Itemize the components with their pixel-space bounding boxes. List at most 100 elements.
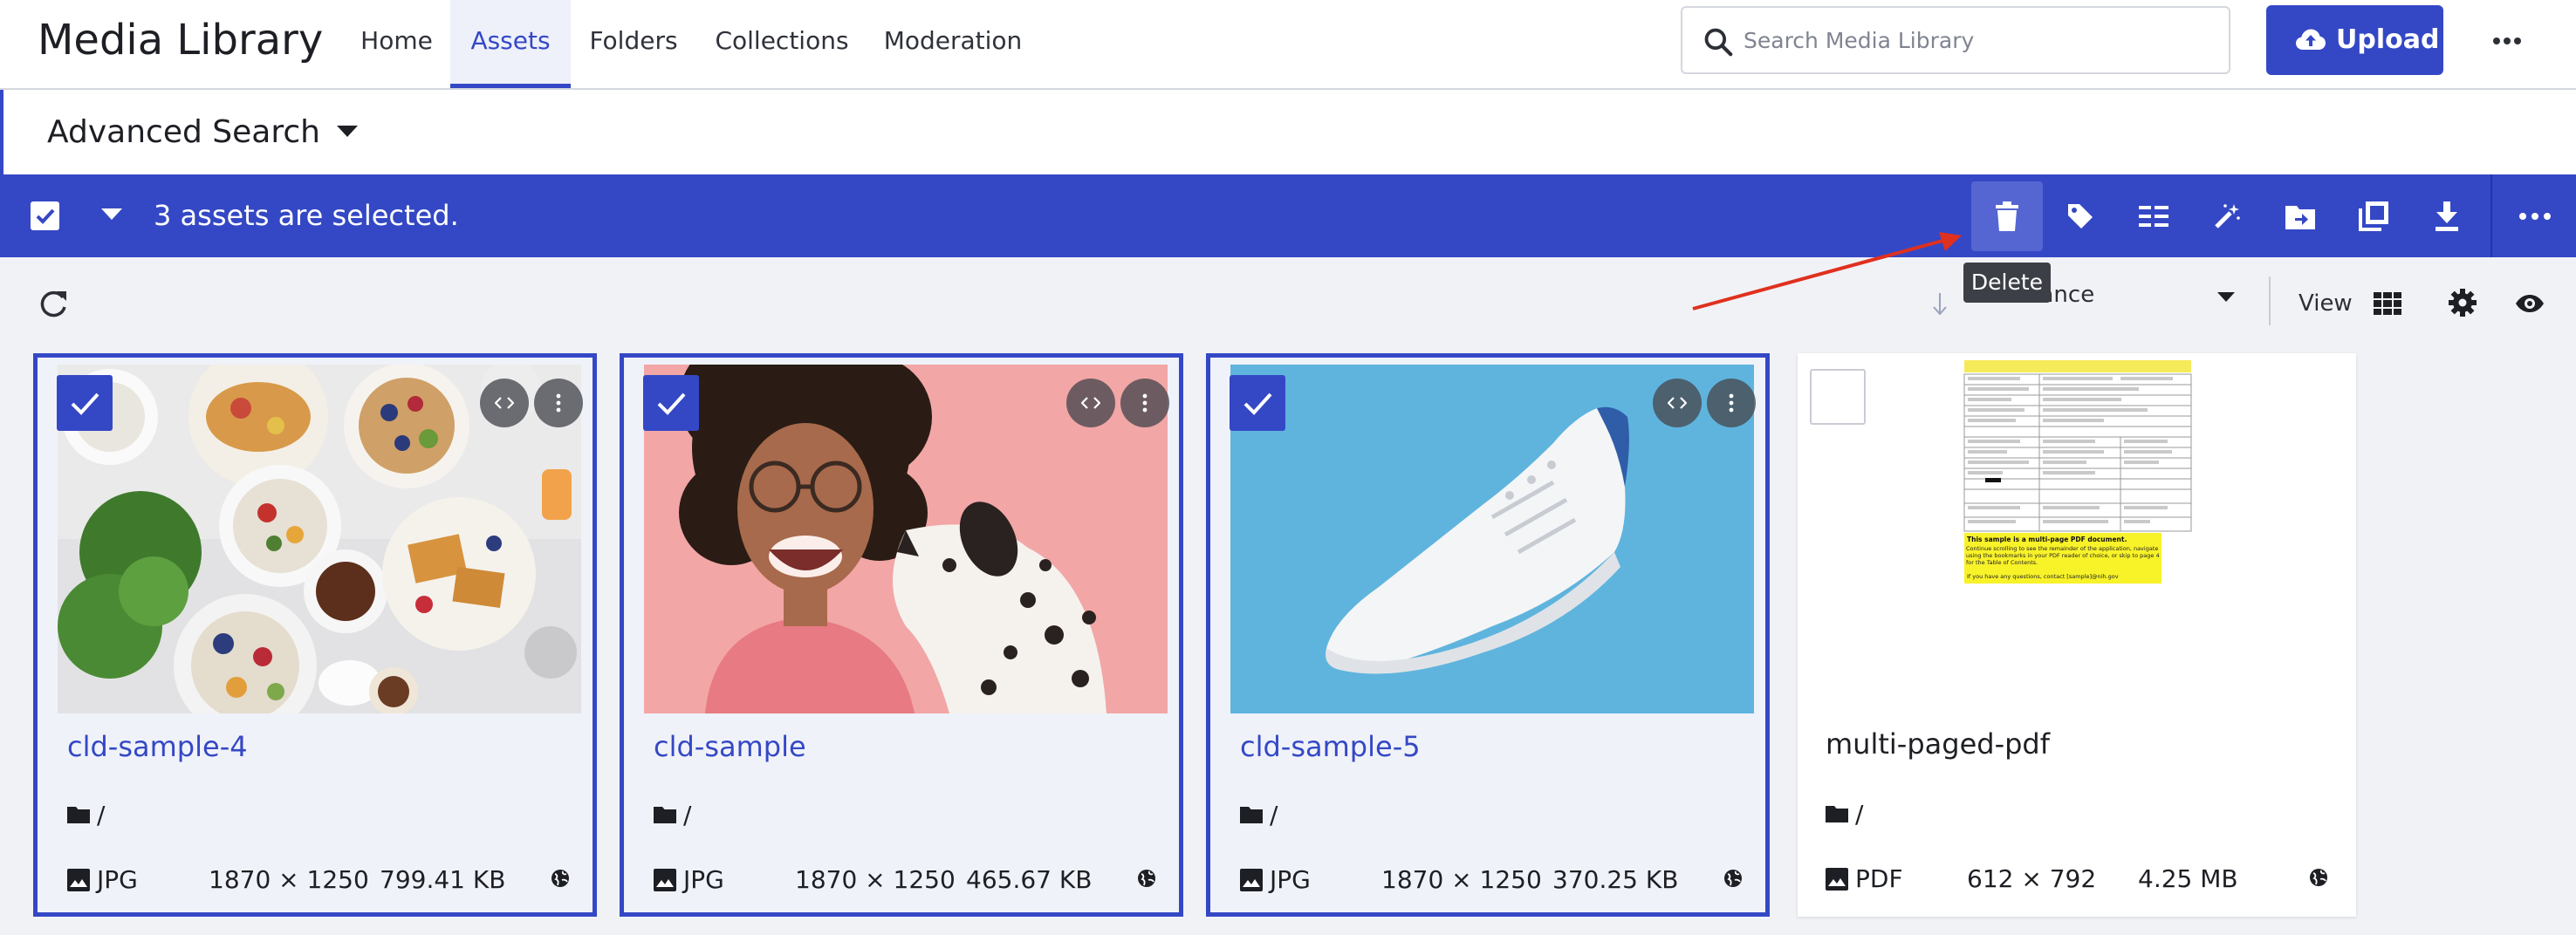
search-icon <box>1704 28 1733 57</box>
asset-format: JPG <box>97 865 138 894</box>
asset-metadata: JPG 1870 × 1250 370.25 KB <box>1240 863 1755 898</box>
asset-name[interactable]: cld-sample-5 <box>1240 727 1421 766</box>
upload-button[interactable]: Upload <box>2266 5 2443 75</box>
selection-menu-caret-icon[interactable] <box>100 208 123 222</box>
asset-format: JPG <box>1270 865 1311 894</box>
download-button[interactable] <box>2411 181 2483 251</box>
asset-size: 465.67 KB <box>966 865 1093 894</box>
search-input[interactable] <box>1744 22 2215 58</box>
nav-tab-home[interactable]: Home <box>343 0 450 88</box>
select-all-checkbox[interactable] <box>31 201 59 230</box>
asset-name[interactable]: cld-sample-4 <box>67 727 248 766</box>
asset-card[interactable]: cld-sample / JPG 1870 × 1250 465.67 KB <box>620 353 1183 917</box>
folder-icon <box>67 807 90 823</box>
results-toolbar: Relevance View <box>0 257 2576 351</box>
more-options-icon[interactable] <box>2485 19 2529 63</box>
tag-button[interactable] <box>2045 181 2116 251</box>
grid-view-icon[interactable] <box>2374 292 2401 315</box>
chevron-down-icon[interactable] <box>336 125 359 139</box>
pdf-highlight-contact: If you have any questions, contact [samp… <box>1967 573 2119 580</box>
selection-bar-divider <box>2490 174 2492 257</box>
search-field[interactable] <box>1681 6 2230 74</box>
more-actions-icon[interactable] <box>2499 181 2571 251</box>
asset-card[interactable]: This sample is a multi-page PDF document… <box>1798 353 2356 917</box>
copy-icon <box>2359 201 2388 231</box>
asset-thumbnail[interactable]: This sample is a multi-page PDF document… <box>1798 353 2356 702</box>
embed-code-button[interactable] <box>480 379 529 427</box>
delete-button[interactable] <box>1971 181 2043 251</box>
asset-folder[interactable]: / <box>654 801 691 829</box>
image-file-icon <box>1240 868 1263 891</box>
trash-icon <box>1996 201 2018 231</box>
asset-dimensions: 1870 × 1250 <box>209 865 369 894</box>
asset-folder[interactable]: / <box>1826 799 1864 829</box>
asset-format: JPG <box>683 865 724 894</box>
public-globe-icon <box>1138 870 1155 887</box>
metadata-icon <box>2139 206 2168 227</box>
embed-code-button[interactable] <box>1653 379 1702 427</box>
advanced-search-bar: Advanced Search <box>0 90 2576 174</box>
transform-button[interactable] <box>2191 181 2263 251</box>
public-globe-icon <box>2310 869 2327 886</box>
asset-checkbox[interactable] <box>57 375 113 431</box>
asset-size: 4.25 MB <box>2138 864 2238 893</box>
code-icon <box>1668 397 1687 409</box>
image-file-icon <box>654 868 676 891</box>
magic-wand-icon <box>2215 204 2240 229</box>
asset-size: 370.25 KB <box>1552 865 1679 894</box>
selection-bar: 3 assets are selected. <box>0 174 2576 257</box>
code-icon <box>495 397 514 409</box>
asset-metadata: JPG 1870 × 1250 799.41 KB <box>67 863 582 898</box>
chevron-down-icon <box>2217 292 2235 302</box>
folder-icon <box>654 807 676 823</box>
sort-direction-arrow-icon[interactable] <box>1931 292 1949 315</box>
embed-code-button[interactable] <box>1066 379 1115 427</box>
vertical-dots-icon <box>1142 393 1148 413</box>
asset-folder[interactable]: / <box>1240 801 1278 829</box>
gear-icon[interactable] <box>2449 289 2477 317</box>
asset-menu-button[interactable] <box>1120 379 1169 427</box>
checkmark-icon <box>657 392 686 415</box>
folder-path: / <box>1855 799 1864 829</box>
asset-name[interactable]: multi-paged-pdf <box>1826 725 2050 763</box>
checkmark-icon <box>36 208 55 224</box>
asset-dimensions: 612 × 792 <box>1967 864 2097 893</box>
edit-metadata-button[interactable] <box>2118 181 2189 251</box>
public-globe-icon <box>1724 870 1742 887</box>
asset-card[interactable]: cld-sample-5 / JPG 1870 × 1250 370.25 KB <box>1206 353 1770 917</box>
top-nav-bar: Media Library Home Assets Folders Collec… <box>0 0 2576 90</box>
asset-checkbox[interactable] <box>1230 375 1285 431</box>
asset-dimensions: 1870 × 1250 <box>795 865 956 894</box>
asset-dimensions: 1870 × 1250 <box>1381 865 1542 894</box>
asset-checkbox[interactable] <box>643 375 699 431</box>
eye-icon[interactable] <box>2515 294 2545 313</box>
checkmark-icon <box>1243 392 1272 415</box>
pdf-highlight-body: Continue scrolling to see the remainder … <box>1966 545 2160 566</box>
nav-tab-moderation[interactable]: Moderation <box>867 0 1038 88</box>
app-title: Media Library <box>38 16 324 65</box>
asset-format: PDF <box>1855 864 1903 893</box>
cloud-upload-icon <box>2296 29 2326 50</box>
add-to-collection-button[interactable] <box>2338 181 2409 251</box>
asset-folder[interactable]: / <box>67 801 105 829</box>
nav-tab-collections[interactable]: Collections <box>696 0 867 88</box>
folder-path: / <box>683 800 692 829</box>
image-file-icon <box>67 868 90 891</box>
asset-menu-button[interactable] <box>534 379 583 427</box>
download-icon <box>2436 201 2458 231</box>
asset-checkbox[interactable] <box>1810 369 1866 425</box>
nav-tab-folders[interactable]: Folders <box>571 0 696 88</box>
vertical-dots-icon <box>556 393 561 413</box>
selection-count-text: 3 assets are selected. <box>154 199 459 232</box>
folder-path: / <box>1270 800 1278 829</box>
asset-size: 799.41 KB <box>380 865 506 894</box>
refresh-icon[interactable] <box>38 289 69 320</box>
toolbar-divider <box>2269 276 2271 325</box>
advanced-search-toggle[interactable]: Advanced Search <box>47 113 320 153</box>
nav-tab-assets[interactable]: Assets <box>450 0 571 88</box>
folder-icon <box>1240 807 1263 823</box>
asset-name[interactable]: cld-sample <box>654 727 806 766</box>
move-to-folder-button[interactable] <box>2264 181 2336 251</box>
asset-card[interactable]: cld-sample-4 / JPG 1870 × 1250 799.41 KB <box>33 353 597 917</box>
asset-menu-button[interactable] <box>1707 379 1756 427</box>
